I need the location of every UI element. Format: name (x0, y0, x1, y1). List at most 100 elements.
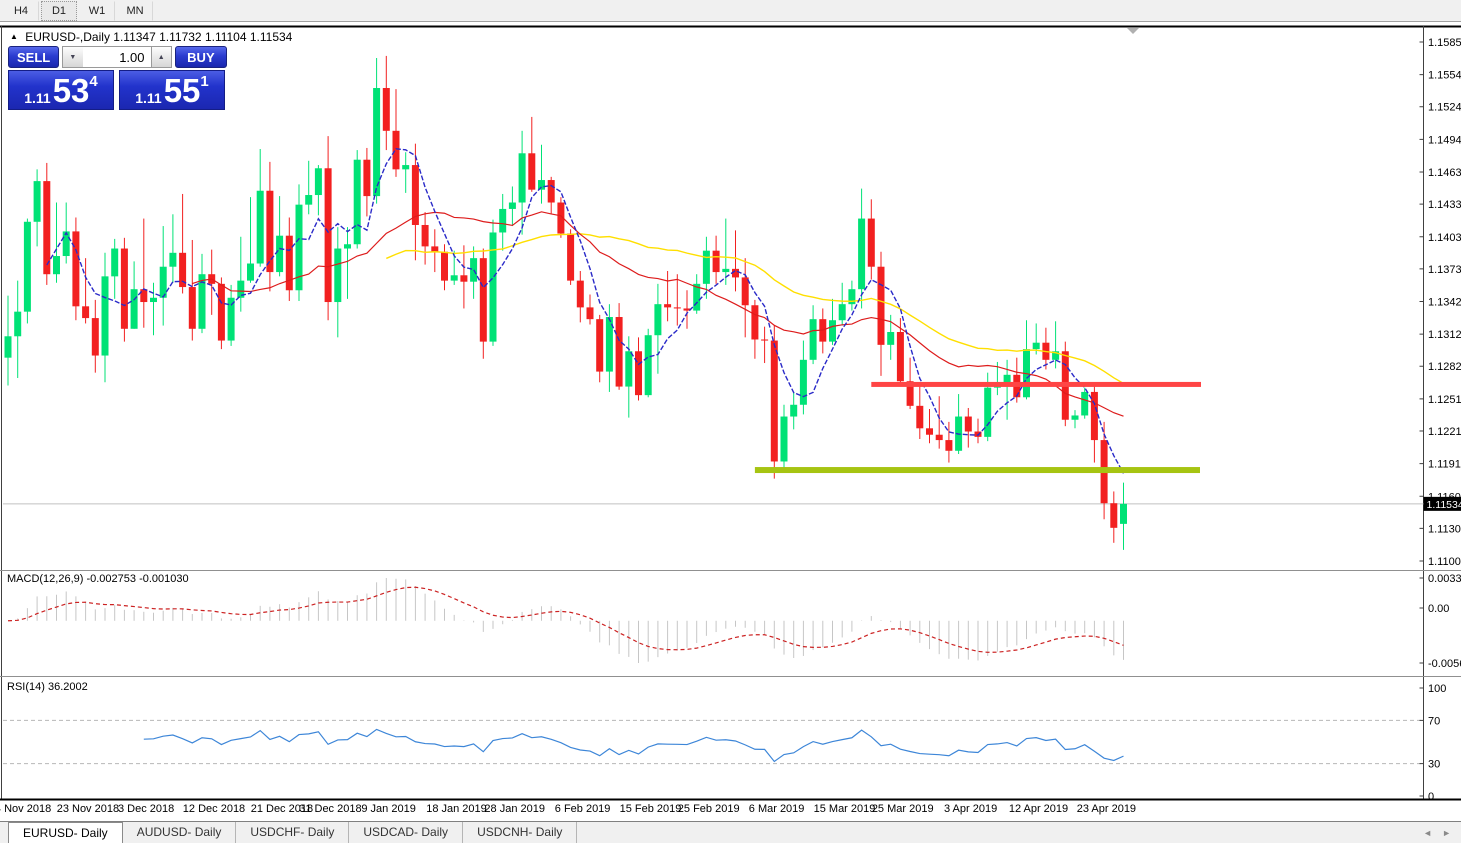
candle-body (334, 249, 341, 303)
time-axis: 14 Nov 201823 Nov 20183 Dec 201812 Dec 2… (0, 803, 1136, 815)
candle-body (72, 231, 79, 306)
sell-price-panel[interactable]: 1.11 53 4 (8, 70, 114, 110)
chart-canvas[interactable]: 1.158501.155451.152451.149401.146351.143… (0, 0, 1461, 842)
price-tick-label: 1.14635 (1428, 167, 1461, 179)
candle-body (596, 319, 603, 371)
date-tick-label: 3 Apr 2019 (944, 803, 997, 815)
candle-body (635, 351, 642, 395)
candle-body (422, 225, 429, 246)
sell-price-big: 53 (53, 76, 90, 106)
date-tick-label: 18 Jan 2019 (426, 803, 487, 815)
volume-input[interactable] (83, 46, 151, 68)
candle-body (936, 435, 943, 440)
date-tick-label: 15 Feb 2019 (620, 803, 682, 815)
candle-body (674, 307, 681, 308)
candle-body (305, 195, 312, 205)
candle-body (92, 318, 99, 355)
candle-body (218, 284, 225, 341)
candle-body (771, 341, 778, 462)
candle-body (247, 264, 254, 281)
macd-indicator-label: MACD(12,26,9) -0.002753 -0.001030 (7, 573, 189, 585)
price-axis: 1.158501.155451.152451.149401.146351.143… (1420, 37, 1461, 568)
candle-body (1081, 392, 1088, 416)
candle-body (354, 160, 361, 245)
candle-body (1091, 392, 1098, 440)
chart-frame (0, 26, 1461, 800)
buy-button[interactable]: BUY (175, 46, 227, 68)
resistance-line[interactable] (871, 382, 1201, 387)
support-line[interactable] (755, 467, 1200, 473)
volume-increase-button[interactable]: ▲ (151, 46, 172, 68)
candle-body (121, 249, 128, 329)
date-tick-label: 12 Apr 2019 (1009, 803, 1068, 815)
candle-body (490, 232, 497, 341)
macd-scale-label: 0.00 (1428, 603, 1449, 615)
volume-decrease-button[interactable]: ▼ (62, 46, 82, 68)
candle-body (480, 258, 487, 341)
candle-body (897, 332, 904, 381)
candle-body (654, 304, 661, 335)
candle-body (577, 281, 584, 308)
candle-body (645, 335, 652, 395)
candle-body (1033, 343, 1040, 349)
candle-body (266, 191, 273, 272)
rsi-scale-label: 30 (1428, 759, 1440, 771)
candle-body (616, 317, 623, 387)
candle-body (363, 160, 370, 196)
date-tick-label: 23 Nov 2018 (57, 803, 119, 815)
date-tick-label: 6 Feb 2019 (555, 803, 611, 815)
sell-price-prefix: 1.11 (24, 90, 50, 106)
candle-body (393, 131, 400, 170)
candle-body (538, 180, 545, 190)
candle-body (150, 298, 157, 302)
chart-title: ▲ EURUSD-,Daily 1.11347 1.11732 1.11104 … (10, 30, 292, 44)
candle-body (926, 428, 933, 434)
candle-body (800, 360, 807, 405)
candle-body (24, 222, 31, 312)
price-tick-label: 1.15545 (1428, 70, 1461, 82)
candle-body (441, 252, 448, 281)
date-tick-label: 28 Jan 2019 (484, 803, 545, 815)
price-tick-label: 1.11305 (1428, 523, 1461, 535)
candle-body (102, 276, 109, 355)
macd-signal-line (8, 587, 1124, 652)
date-tick-label: 23 Apr 2019 (1077, 803, 1136, 815)
date-tick-label: 31 Dec 2018 (299, 803, 361, 815)
rsi-pane: 10070300 (3, 683, 1446, 803)
candle-body (790, 405, 797, 417)
candle-body (286, 236, 293, 291)
price-tick-label: 1.15850 (1428, 37, 1461, 49)
sell-button[interactable]: SELL (8, 46, 59, 68)
candle-body (722, 269, 729, 272)
date-tick-label: 15 Mar 2019 (814, 803, 876, 815)
price-tick-label: 1.13425 (1428, 297, 1461, 309)
candle-body (315, 168, 322, 195)
macd-scale-label: 0.003383 (1428, 573, 1461, 585)
buy-price-panel[interactable]: 1.11 55 1 (119, 70, 225, 110)
candle-body (131, 289, 138, 329)
symbol-marker-icon: ▲ (10, 32, 18, 41)
one-click-trading-panel: SELL ▼ ▲ BUY 1.11 53 4 1.11 55 1 (8, 46, 227, 110)
candle-body (1072, 415, 1079, 419)
candle-body (53, 256, 60, 274)
candle-body (111, 249, 118, 277)
candle-body (587, 307, 594, 319)
candle-body (82, 306, 89, 318)
candle-body (499, 209, 506, 233)
candle-body (858, 219, 865, 290)
date-tick-label: 3 Dec 2018 (118, 803, 174, 815)
candle-body (887, 332, 894, 345)
svg-text:1.11534: 1.11534 (1427, 499, 1461, 511)
macd-scale-label: -0.005663 (1428, 658, 1461, 670)
candle-body (945, 440, 952, 451)
candle-body (383, 88, 390, 131)
price-tick-label: 1.14030 (1428, 232, 1461, 244)
price-tick-label: 1.14940 (1428, 134, 1461, 146)
rsi-scale-label: 100 (1428, 683, 1446, 695)
candle-body (189, 287, 196, 329)
ohlc-values: 1.11347 1.11732 1.11104 1.11534 (113, 30, 292, 44)
buy-price-prefix: 1.11 (135, 90, 161, 106)
candle-body (810, 319, 817, 360)
price-tick-label: 1.15245 (1428, 102, 1461, 114)
candle-body (984, 388, 991, 437)
